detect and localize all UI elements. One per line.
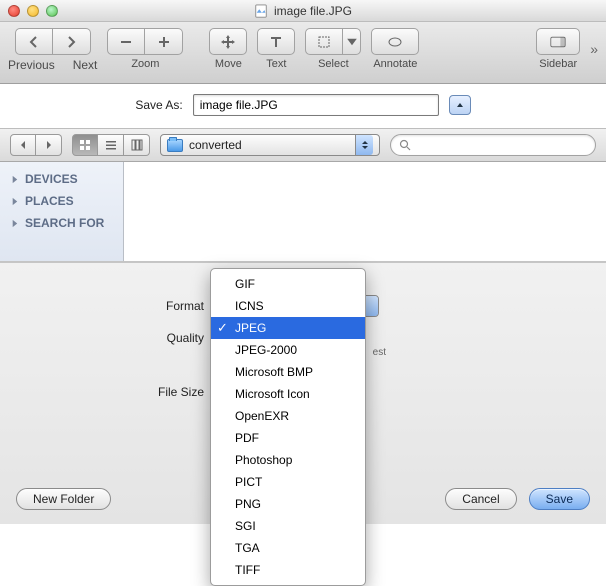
- triangle-up-icon: [455, 100, 465, 110]
- list-view-button[interactable]: [98, 134, 124, 156]
- disclosure-right-icon: [10, 197, 19, 206]
- format-option[interactable]: PICT: [211, 471, 365, 493]
- titlebar: image file.JPG: [0, 0, 606, 22]
- format-option[interactable]: TGA: [211, 537, 365, 559]
- disclosure-toggle-button[interactable]: [449, 95, 471, 115]
- zoom-group: Zoom: [107, 28, 183, 70]
- text-tool-button[interactable]: [257, 28, 295, 55]
- format-option-label: ICNS: [235, 299, 264, 313]
- format-option[interactable]: TIFF: [211, 559, 365, 581]
- select-menu-button[interactable]: [343, 28, 361, 55]
- zoom-in-button[interactable]: [145, 28, 183, 55]
- format-option-label: TGA: [235, 541, 260, 555]
- format-option[interactable]: JPEG-2000: [211, 339, 365, 361]
- sidebar-toggle-button[interactable]: [536, 28, 580, 55]
- annotate-label: Annotate: [373, 58, 417, 70]
- sidebar-item-places[interactable]: PLACES: [0, 190, 123, 212]
- format-option-label: GIF: [235, 277, 255, 291]
- format-label: Format: [16, 299, 214, 313]
- browser-navbar: converted: [0, 128, 606, 162]
- view-mode: [72, 134, 150, 156]
- format-option[interactable]: PNG: [211, 493, 365, 515]
- window-title: image file.JPG: [0, 4, 606, 18]
- source-list: DEVICES PLACES SEARCH FOR: [0, 162, 124, 261]
- format-option-label: Microsoft BMP: [235, 365, 313, 379]
- window-title-text: image file.JPG: [274, 4, 352, 18]
- folder-name: converted: [189, 138, 242, 152]
- file-list[interactable]: [124, 162, 606, 261]
- previous-button[interactable]: [15, 28, 53, 55]
- format-option[interactable]: ✓ JPEG: [211, 317, 365, 339]
- save-as-input[interactable]: [193, 94, 439, 116]
- format-option[interactable]: OpenEXR: [211, 405, 365, 427]
- sidebar-item-label: DEVICES: [25, 172, 78, 186]
- quality-label: Quality: [16, 331, 214, 345]
- nav-group: Previous Next: [8, 28, 97, 72]
- format-option[interactable]: Microsoft Icon: [211, 383, 365, 405]
- save-button[interactable]: Save: [529, 488, 590, 510]
- new-folder-button[interactable]: New Folder: [16, 488, 111, 510]
- format-option-label: JPEG-2000: [235, 343, 297, 357]
- move-tool-button[interactable]: [209, 28, 247, 55]
- format-option[interactable]: GIF: [211, 273, 365, 295]
- format-option-label: Photoshop: [235, 453, 292, 467]
- checkmark-icon: ✓: [217, 319, 228, 337]
- history-nav: [10, 134, 62, 156]
- column-view-button[interactable]: [124, 134, 150, 156]
- search-field[interactable]: [390, 134, 596, 156]
- search-icon: [399, 139, 411, 151]
- select-label: Select: [318, 58, 349, 70]
- save-as-label: Save As:: [135, 98, 182, 112]
- format-option-label: SGI: [235, 519, 256, 533]
- cancel-button[interactable]: Cancel: [445, 488, 516, 510]
- search-input[interactable]: [417, 138, 587, 152]
- jpeg-file-icon: [254, 4, 268, 18]
- sidebar-item-devices[interactable]: DEVICES: [0, 168, 123, 190]
- history-back-button[interactable]: [10, 134, 36, 156]
- format-option-label: OpenEXR: [235, 409, 289, 423]
- annotate-button[interactable]: [371, 28, 419, 55]
- format-option-label: JPEG: [235, 321, 266, 335]
- previous-label: Previous: [8, 58, 55, 72]
- quality-max-label: est: [373, 347, 386, 358]
- format-option[interactable]: PDF: [211, 427, 365, 449]
- format-option-label: PICT: [235, 475, 262, 489]
- toolbar: Previous Next Zoom Move Text Select Anno…: [0, 22, 606, 84]
- select-tool-button[interactable]: [305, 28, 343, 55]
- format-option-label: PDF: [235, 431, 259, 445]
- format-menu[interactable]: GIF ICNS ✓ JPEG JPEG-2000 Microsoft BMP Micros…: [210, 268, 366, 586]
- zoom-out-button[interactable]: [107, 28, 145, 55]
- disclosure-right-icon: [10, 219, 19, 228]
- save-as-row: Save As:: [0, 84, 606, 128]
- format-option[interactable]: SGI: [211, 515, 365, 537]
- disclosure-right-icon: [10, 175, 19, 184]
- format-option-label: Microsoft Icon: [235, 387, 310, 401]
- format-option-label: TIFF: [235, 563, 260, 577]
- history-forward-button[interactable]: [36, 134, 62, 156]
- format-option-label: PNG: [235, 497, 261, 511]
- next-label: Next: [73, 58, 98, 72]
- sidebar-label: Sidebar: [539, 58, 577, 70]
- text-label: Text: [266, 58, 286, 70]
- move-label: Move: [215, 58, 242, 70]
- browser-main: DEVICES PLACES SEARCH FOR: [0, 162, 606, 262]
- format-option[interactable]: Photoshop: [211, 449, 365, 471]
- format-option[interactable]: ICNS: [211, 295, 365, 317]
- filesize-label: File Size: [16, 385, 214, 399]
- folder-icon: [167, 139, 183, 152]
- icon-view-button[interactable]: [72, 134, 98, 156]
- sidebar-item-label: PLACES: [25, 194, 74, 208]
- sidebar-item-label: SEARCH FOR: [25, 216, 104, 230]
- zoom-label: Zoom: [131, 58, 159, 70]
- format-option[interactable]: Microsoft BMP: [211, 361, 365, 383]
- sidebar-item-searchfor[interactable]: SEARCH FOR: [0, 212, 123, 234]
- popup-arrows-icon: [355, 135, 373, 155]
- toolbar-overflow-icon[interactable]: »: [590, 41, 598, 71]
- folder-popup[interactable]: converted: [160, 134, 380, 156]
- next-button[interactable]: [53, 28, 91, 55]
